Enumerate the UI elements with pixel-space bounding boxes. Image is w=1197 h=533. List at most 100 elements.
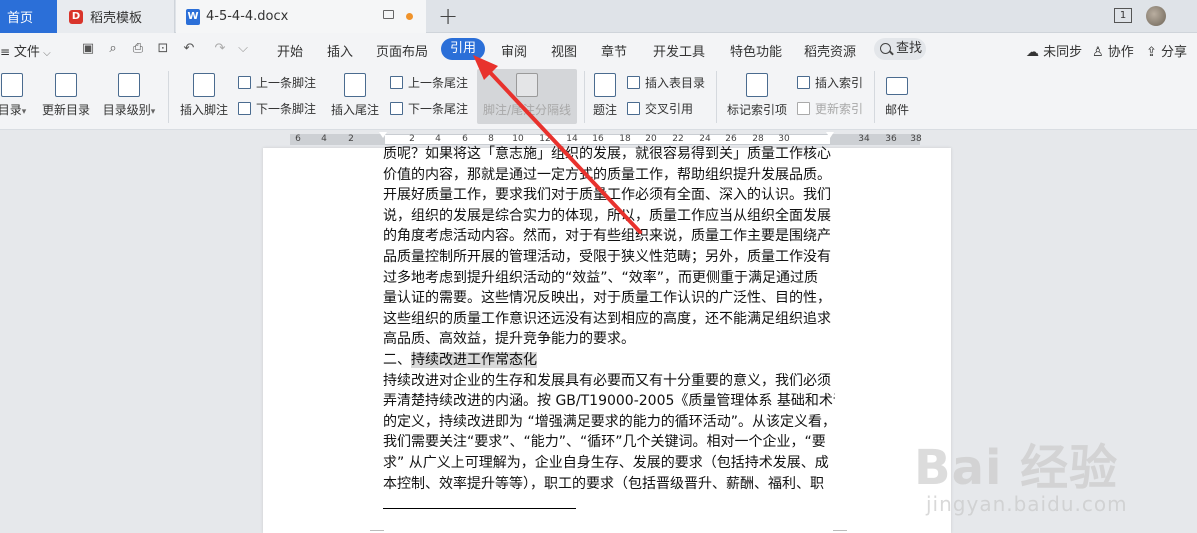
avatar[interactable] bbox=[1146, 6, 1166, 26]
window-count-badge[interactable]: 1 bbox=[1114, 8, 1132, 23]
next-endnote-label: 下一条尾注 bbox=[408, 102, 469, 116]
mail-icon bbox=[886, 77, 908, 95]
tab-document-label: 4-5-4-4.docx bbox=[206, 9, 289, 24]
insert-footnote-icon bbox=[193, 73, 215, 97]
chevron-down-icon[interactable]: ⌵ bbox=[236, 42, 250, 56]
ruler-tick-label: 20 bbox=[645, 134, 657, 144]
body-line: 的角度考虑活动内容。然而，对于有些组织来说，质量工作主要是围绕产 bbox=[383, 228, 831, 245]
selected-heading-text[interactable]: 持续改进工作常态化 bbox=[411, 351, 537, 368]
body-line: 品质量控制所开展的管理活动，受限于狭义性范畴；另外，质量工作没有 bbox=[383, 248, 831, 265]
ruler-tick-label: 30 bbox=[778, 134, 790, 144]
prev-footnote-button[interactable]: 上一条脚注 bbox=[238, 74, 316, 91]
prev-endnote-label: 上一条尾注 bbox=[408, 76, 469, 90]
insert-endnote-icon bbox=[344, 73, 366, 97]
writer-logo-icon: W bbox=[186, 8, 200, 25]
toc-label: 目录 bbox=[0, 103, 22, 117]
sync-button[interactable]: ☁ 未同步 bbox=[1026, 41, 1082, 60]
menu-developer[interactable]: 开发工具 bbox=[653, 41, 705, 60]
prev-footnote-icon bbox=[238, 76, 251, 89]
print-icon[interactable]: ⎙ bbox=[131, 42, 145, 56]
new-tab-plus-icon[interactable]: + bbox=[438, 2, 458, 30]
chevron-down-icon: ⌵ bbox=[39, 48, 51, 59]
print-preview-icon[interactable]: ⊡ bbox=[156, 42, 170, 56]
cross-reference-label: 交叉引用 bbox=[645, 102, 694, 116]
tab-docer-template-label: 稻壳模板 bbox=[90, 11, 143, 26]
heading-number: 二、 bbox=[383, 351, 411, 368]
ruler-indent-marker[interactable] bbox=[379, 132, 387, 138]
toc-level-button[interactable]: 目录级别▾ bbox=[99, 73, 159, 118]
insert-table-of-figures-button[interactable]: 插入表目录 bbox=[627, 74, 705, 91]
update-index-button[interactable]: 更新索引 bbox=[797, 100, 863, 117]
menu-section[interactable]: 章节 bbox=[601, 41, 627, 60]
share-button[interactable]: ⇪ 分享 bbox=[1146, 41, 1187, 60]
redo-icon[interactable]: ↷ bbox=[213, 42, 227, 56]
file-menu-label: 文件 bbox=[13, 45, 40, 60]
body-line: 求” 从广义上可理解为，企业自身生存、发展的要求（包括持术发展、成 bbox=[383, 454, 829, 471]
body-line: 过多地考虑到提升组织活动的“效益”、“效率”，而更侧重于满足通过质 bbox=[383, 269, 819, 286]
next-footnote-icon bbox=[238, 102, 251, 115]
body-line: 量认证的需要。这些情况反映出，对于质量工作认识的广泛性、目的性， bbox=[383, 290, 831, 307]
cloud-icon: ☁ bbox=[1026, 45, 1039, 60]
cross-reference-button[interactable]: 交叉引用 bbox=[627, 100, 693, 117]
ruler-tick-label: 28 bbox=[752, 134, 764, 144]
update-toc-button[interactable]: 更新目录 bbox=[40, 73, 92, 118]
update-index-icon bbox=[797, 102, 810, 115]
tab-docer-template[interactable]: D 稻壳模板 bbox=[57, 0, 175, 33]
share-label: 分享 bbox=[1161, 45, 1188, 60]
caption-button[interactable]: 题注 bbox=[590, 73, 620, 118]
format-painter-icon[interactable]: ⌕ bbox=[106, 42, 120, 56]
body-line: 我们需要关注“要求”、“能力”、“循环”几个关键词。相对一个企业，“要 bbox=[383, 434, 826, 451]
body-line: 弄清楚持续改进的内涵。按 GB/T19000-2005《质量管理体系 基础和术语… bbox=[383, 393, 835, 410]
table-of-figures-icon bbox=[627, 76, 640, 89]
body-line: 质呢？如果将这「意志施」组织的发展，就很容易得到关」质量工作核心 bbox=[383, 146, 831, 162]
menu-insert[interactable]: 插入 bbox=[327, 41, 353, 60]
prev-endnote-button[interactable]: 上一条尾注 bbox=[390, 74, 468, 91]
collaborate-button[interactable]: ♙ 协作 bbox=[1092, 41, 1134, 60]
ruler-tick-label: 16 bbox=[592, 134, 604, 144]
toc-button[interactable]: 目录▾ bbox=[0, 73, 34, 118]
undo-icon[interactable]: ↶ bbox=[182, 42, 196, 56]
menu-docer[interactable]: 稻壳资源 bbox=[804, 41, 856, 60]
ribbon-separator bbox=[168, 71, 169, 123]
menu-bar: ≡ 文件 ⌵ ▣ ⌕ ⎙ ⊡ ↶ ↷ ⌵ 开始 插入 页面布局 引用 审阅 视图… bbox=[0, 33, 1197, 65]
sync-label: 未同步 bbox=[1043, 45, 1083, 60]
ribbon-separator bbox=[584, 71, 585, 123]
ruler-tick-label: 26 bbox=[725, 134, 737, 144]
tab-document[interactable]: W 4-5-4-4.docx bbox=[176, 0, 426, 33]
monitor-icon[interactable] bbox=[383, 10, 394, 19]
next-endnote-button[interactable]: 下一条尾注 bbox=[390, 100, 468, 117]
footnote-separator-button[interactable]: 脚注/尾注分隔线 bbox=[478, 73, 576, 118]
ruler-right-indent-marker[interactable] bbox=[826, 132, 834, 138]
ruler-tick-label: 22 bbox=[672, 134, 684, 144]
menu-references[interactable]: 引用 bbox=[441, 38, 485, 60]
insert-footnote-button[interactable]: 插入脚注 bbox=[178, 73, 230, 118]
ruler-tick-label: 36 bbox=[885, 134, 897, 144]
insert-index-label: 插入索引 bbox=[815, 76, 864, 90]
insert-index-button[interactable]: 插入索引 bbox=[797, 74, 863, 91]
footnote-separator-icon bbox=[516, 73, 538, 97]
insert-table-of-figures-label: 插入表目录 bbox=[645, 76, 706, 90]
insert-endnote-button[interactable]: 插入尾注 bbox=[329, 73, 381, 118]
ribbon-references: 目录▾ 更新目录 目录级别▾ 插入脚注 上一条脚注 下一条脚注 插入尾注 上一条… bbox=[0, 65, 1197, 130]
ruler-margin-right bbox=[830, 134, 920, 145]
mail-button[interactable]: 邮件 bbox=[882, 73, 912, 118]
mark-index-button[interactable]: 标记索引项 bbox=[724, 73, 790, 118]
menu-view[interactable]: 视图 bbox=[551, 41, 577, 60]
body-line: 价值的内容，那就是通过一定方式的质量工作，帮助组织提升发展品质。 bbox=[383, 166, 831, 183]
search-button[interactable]: 查找 bbox=[874, 38, 926, 60]
menu-special[interactable]: 特色功能 bbox=[730, 41, 782, 60]
menu-review[interactable]: 审阅 bbox=[501, 41, 527, 60]
file-menu[interactable]: ≡ 文件 ⌵ bbox=[0, 41, 51, 60]
update-toc-label: 更新目录 bbox=[41, 103, 90, 117]
save-icon[interactable]: ▣ bbox=[81, 42, 95, 56]
ruler-tick-label: 10 bbox=[512, 134, 524, 144]
ruler-tick-label: 2 bbox=[409, 134, 415, 144]
menu-start[interactable]: 开始 bbox=[277, 41, 303, 60]
next-footnote-button[interactable]: 下一条脚注 bbox=[238, 100, 316, 117]
body-line: 的定义，持续改进即为 “增强满足要求的能力的循环活动”。从该定义看， bbox=[383, 413, 835, 430]
docer-logo-icon: D bbox=[69, 9, 83, 24]
toc-level-icon bbox=[118, 73, 140, 97]
tab-home[interactable]: 首页 bbox=[0, 0, 57, 33]
menu-page-layout[interactable]: 页面布局 bbox=[376, 41, 428, 60]
document-body[interactable]: 质呢？如果将这「意志施」组织的发展，就很容易得到关」质量工作核心 价值的内容，那… bbox=[383, 146, 835, 494]
